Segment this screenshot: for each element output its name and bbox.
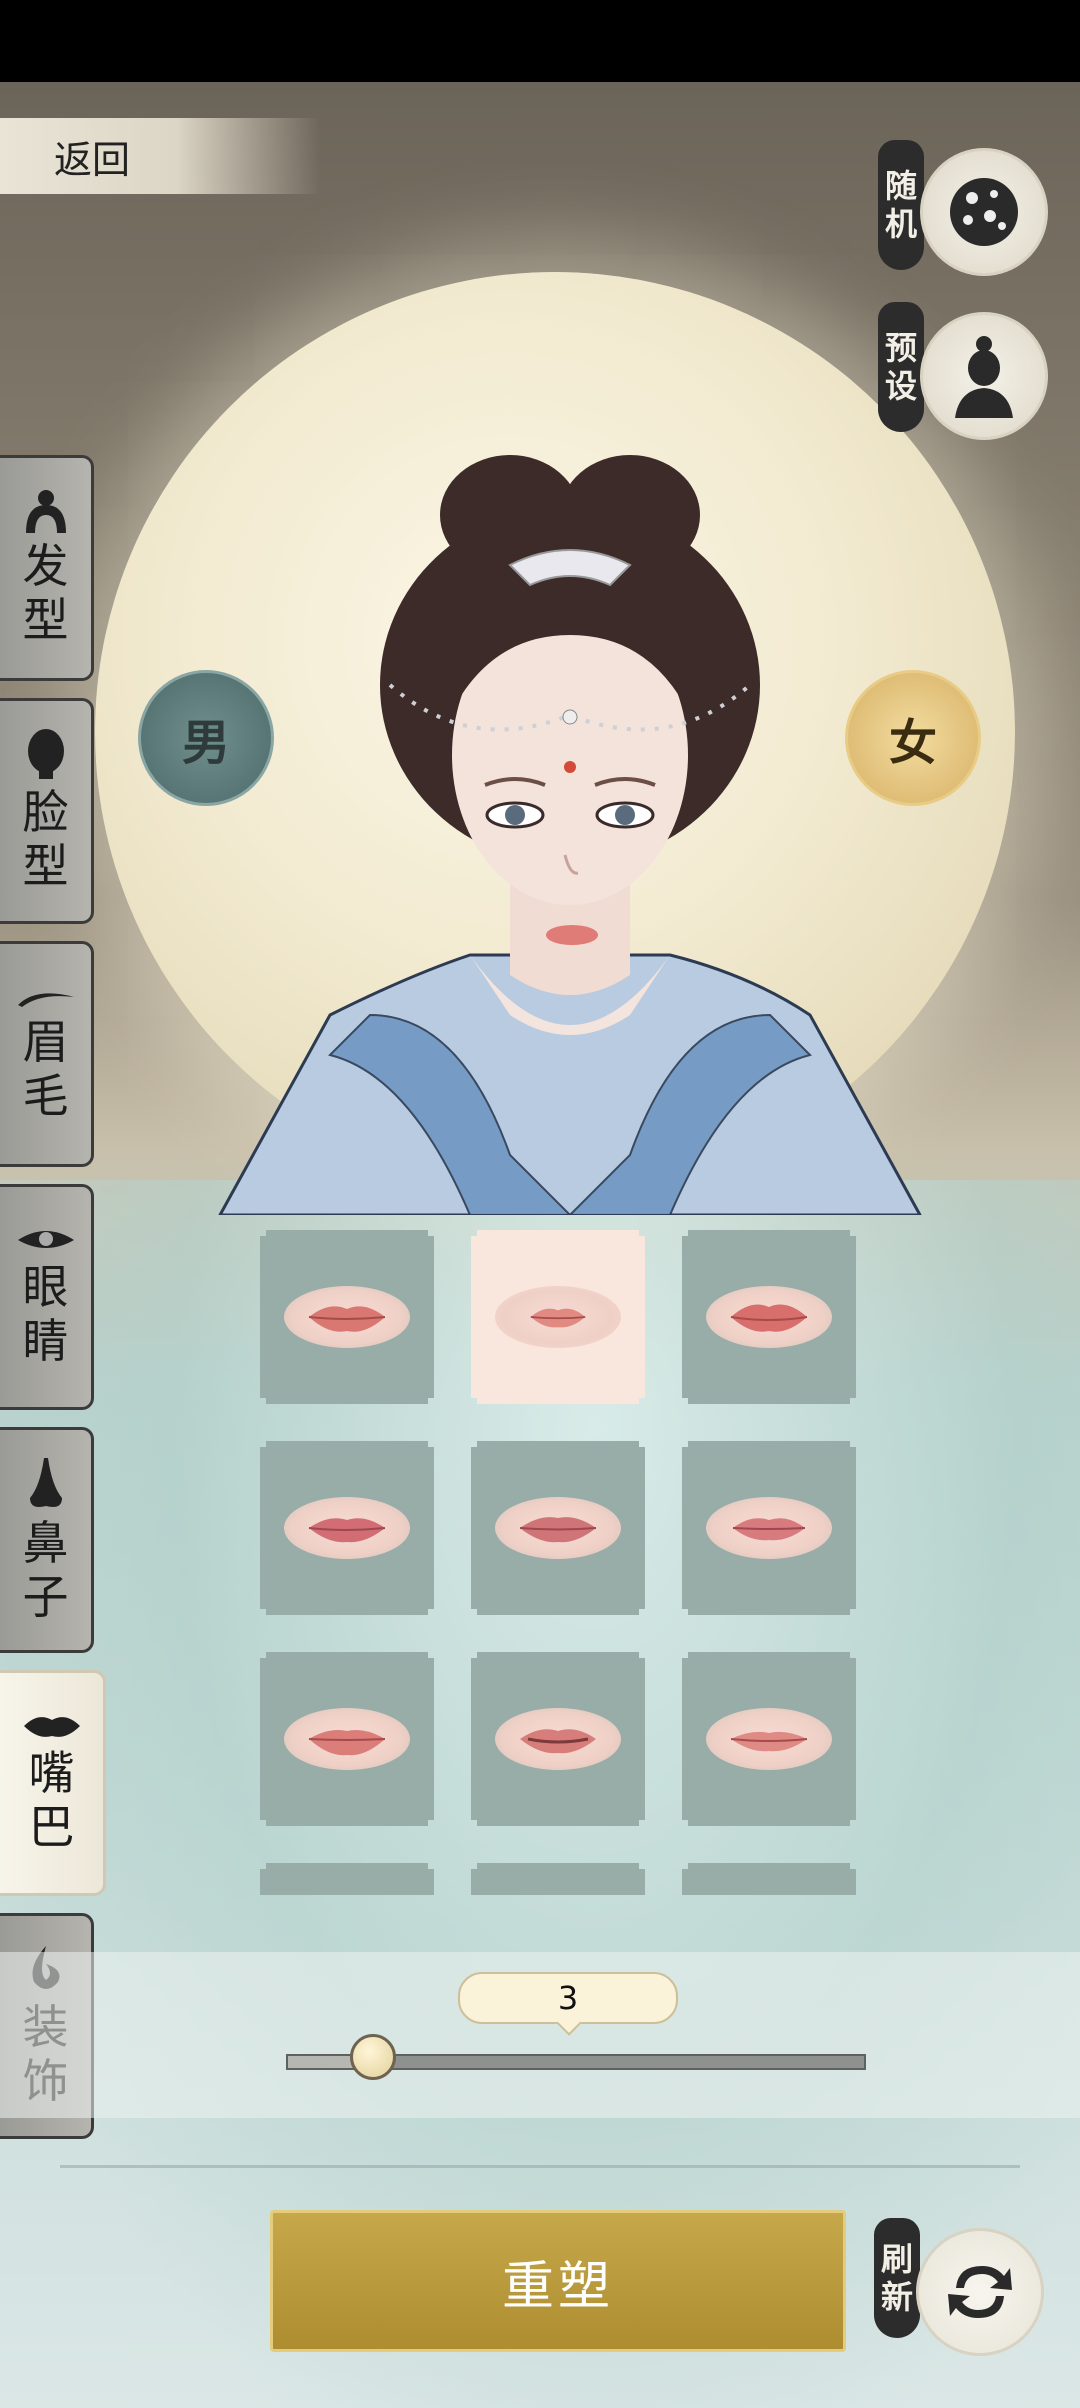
eye-icon [17, 1231, 74, 1248]
tab-nose-char-1: 鼻 [22, 1516, 69, 1570]
tab-eyes-char-2: 睛 [22, 1314, 69, 1368]
lip-preview [495, 1286, 621, 1348]
random-char-2: 机 [884, 205, 917, 243]
tab-eyebrows[interactable]: 眉 毛 [0, 941, 94, 1167]
back-button[interactable]: 返回 [0, 118, 320, 194]
lips-icon [23, 1717, 80, 1737]
lip-preview [284, 1708, 410, 1770]
option-tile[interactable] [471, 1863, 645, 1895]
tab-eyebrows-char-1: 眉 [22, 1015, 69, 1069]
option-tile[interactable] [260, 1652, 434, 1826]
nose-icon [29, 1458, 62, 1507]
mouth-options-grid [260, 1230, 860, 1895]
lip-preview [706, 1708, 832, 1770]
lip-preview [284, 1286, 410, 1348]
option-tile[interactable] [682, 1652, 856, 1826]
tab-hairstyle-char-2: 型 [22, 593, 69, 647]
option-tile[interactable] [260, 1863, 434, 1895]
tab-mouth-char-2: 巴 [28, 1800, 75, 1854]
refresh-char-1: 刷 [880, 2240, 913, 2278]
slider-value-bubble: 3 [458, 1972, 678, 2024]
slider-thumb[interactable] [350, 2034, 396, 2080]
tab-mouth-char-1: 嘴 [28, 1746, 75, 1800]
tab-nose[interactable]: 鼻 子 [0, 1427, 94, 1653]
option-tile[interactable] [260, 1230, 434, 1404]
tab-hairstyle-char-1: 发 [22, 539, 69, 593]
tab-face-char-1: 脸 [22, 785, 69, 839]
option-tile-selected[interactable] [471, 1230, 645, 1404]
decorative-divider [60, 2165, 1020, 2168]
back-label: 返回 [54, 137, 131, 182]
tab-face-char-2: 型 [22, 839, 69, 893]
random-button[interactable] [920, 148, 1048, 276]
lip-preview [706, 1497, 832, 1559]
option-tile[interactable] [682, 1441, 856, 1615]
lip-preview [706, 1286, 832, 1348]
silhouette-icon [955, 336, 1013, 418]
preset-char-2: 设 [884, 367, 917, 405]
preset-label: 预 设 [878, 302, 924, 432]
refresh-char-2: 新 [880, 2278, 913, 2316]
option-tile[interactable] [682, 1863, 856, 1895]
random-char-1: 随 [884, 167, 917, 205]
option-tile[interactable] [682, 1230, 856, 1404]
lip-preview [284, 1497, 410, 1559]
tab-hairstyle[interactable]: 发 型 [0, 455, 94, 681]
preset-char-1: 预 [884, 329, 917, 367]
rebuild-button[interactable]: 重塑 [270, 2210, 846, 2352]
option-tile[interactable] [471, 1652, 645, 1826]
tab-eyes-char-1: 眼 [22, 1260, 69, 1314]
face-icon [27, 729, 64, 779]
random-label: 随 机 [878, 140, 924, 270]
dice-icon [950, 178, 1018, 246]
hair-bun-icon [25, 490, 66, 533]
preset-button[interactable] [920, 312, 1048, 440]
character-portrait [218, 455, 922, 1215]
status-bar [0, 0, 1080, 82]
tab-eyebrows-char-2: 毛 [22, 1069, 69, 1123]
tab-nose-char-2: 子 [22, 1570, 69, 1624]
refresh-icon [948, 2266, 1012, 2318]
option-tile[interactable] [471, 1441, 645, 1615]
refresh-label: 刷 新 [874, 2218, 920, 2338]
tab-eyes[interactable]: 眼 睛 [0, 1184, 94, 1410]
option-tile[interactable] [260, 1441, 434, 1615]
eyebrow-icon [17, 993, 74, 1007]
slider-value: 3 [557, 1979, 579, 2017]
tab-mouth[interactable]: 嘴 巴 [0, 1670, 106, 1896]
rebuild-label: 重塑 [501, 2256, 614, 2317]
refresh-button[interactable] [916, 2228, 1044, 2356]
tab-face-shape[interactable]: 脸 型 [0, 698, 94, 924]
lip-preview [495, 1497, 621, 1559]
lip-preview [495, 1708, 621, 1770]
